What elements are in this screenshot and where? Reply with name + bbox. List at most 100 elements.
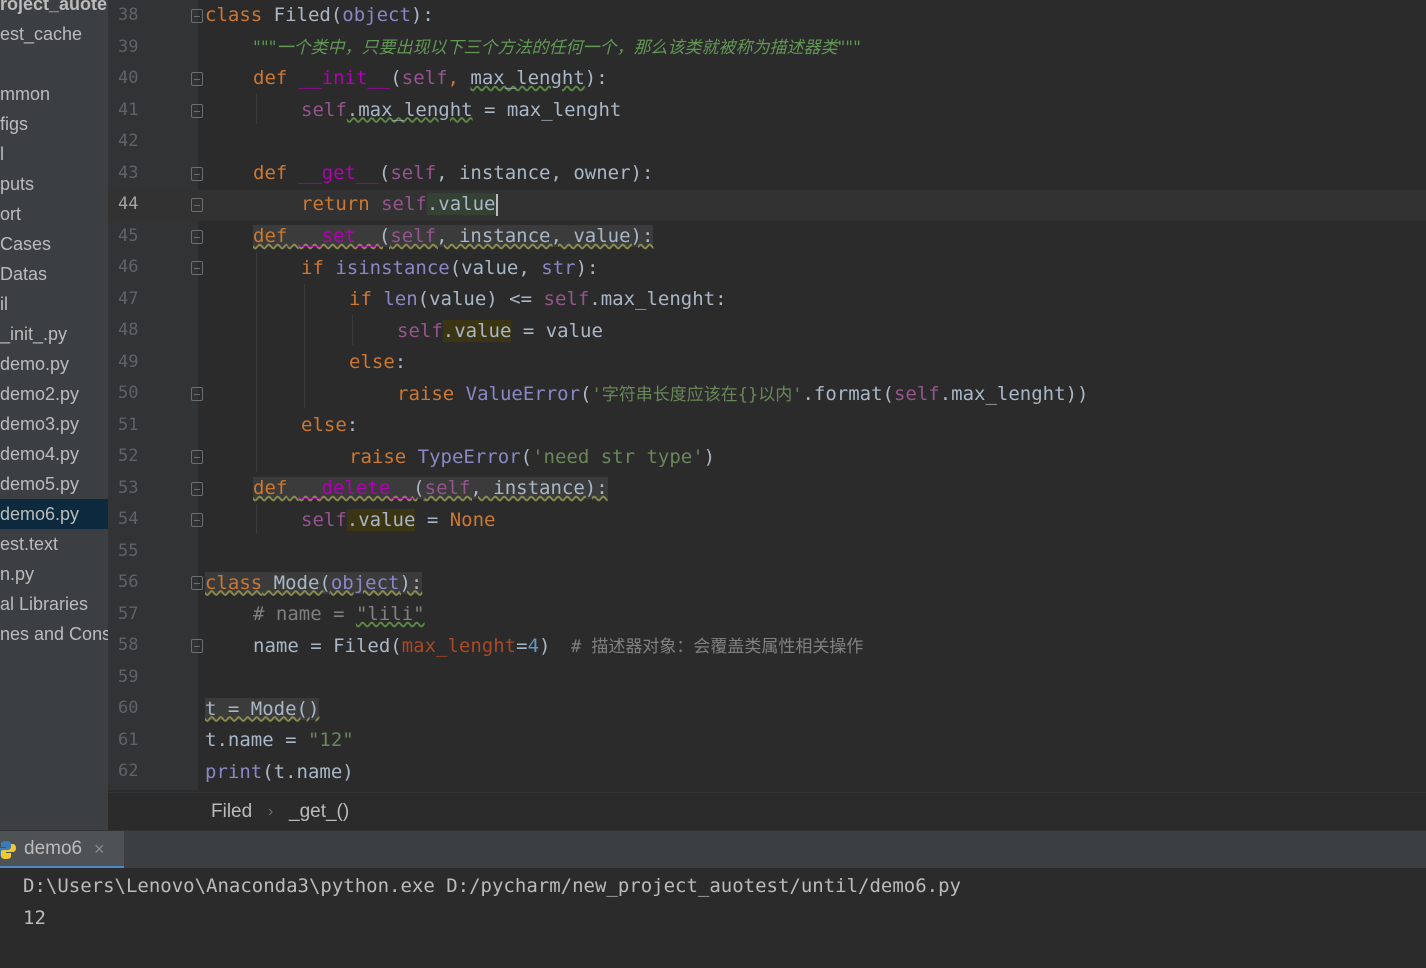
code-line-39[interactable]: """一个类中，只要出现以下三个方法的任何一个，那么该类就被称为描述器类""" <box>253 32 861 64</box>
text-caret <box>495 193 498 216</box>
keyword: else <box>301 414 347 436</box>
code-line-57[interactable]: # name = "lili" <box>253 599 425 631</box>
code-line-50[interactable]: raise ValueError('字符串长度应该在{}以内'.format(s… <box>397 379 1088 411</box>
run-tab-demo6[interactable]: demo6 × <box>0 831 124 869</box>
line-number: 46 <box>118 257 139 277</box>
close-icon[interactable]: × <box>94 831 105 867</box>
code-text: , instance, owner): <box>436 161 654 184</box>
fold-marker-icon[interactable] <box>191 72 203 86</box>
fold-marker-icon[interactable] <box>191 450 203 464</box>
fold-marker-icon[interactable] <box>191 513 203 527</box>
line-number: 40 <box>118 68 139 88</box>
self-token: self <box>893 382 940 405</box>
fold-marker-icon[interactable] <box>191 639 203 653</box>
sidebar-item[interactable]: figs <box>0 109 108 139</box>
line-number: 38 <box>118 5 139 25</box>
code-line-44[interactable]: return self.value <box>301 189 498 221</box>
code-line-61[interactable]: t.name = "12" <box>205 725 354 757</box>
code-line-52[interactable]: raise TypeError('need str type') <box>349 442 715 474</box>
fold-marker-icon[interactable] <box>191 104 203 118</box>
code-line-47[interactable]: if len(value) <= self.max_lenght: <box>349 284 727 316</box>
fold-marker-icon[interactable] <box>191 482 203 496</box>
sidebar-item[interactable]: Datas <box>0 259 108 289</box>
code-line-60[interactable]: t = Mode() <box>205 694 320 726</box>
line-number: 43 <box>118 162 139 183</box>
sidebar-item[interactable]: nes and Cons <box>0 619 108 649</box>
breadcrumb-class[interactable]: Filed <box>211 793 252 831</box>
line-number: 47 <box>118 288 139 309</box>
line-number: 42 <box>118 131 139 151</box>
indent-guide <box>256 504 257 534</box>
line-number: 55 <box>118 540 139 561</box>
sidebar-item[interactable]: ort <box>0 199 108 229</box>
function-name: __set__ <box>298 225 379 247</box>
run-console[interactable]: D:\Users\Lenovo\Anaconda3\python.exe D:/… <box>0 868 1426 968</box>
sidebar-item[interactable]: demo2.py <box>0 379 108 409</box>
self-token: self <box>543 288 590 310</box>
sidebar-item[interactable]: demo5.py <box>0 469 108 499</box>
sidebar-item[interactable]: est.text <box>0 529 108 559</box>
keyword: if <box>349 288 372 310</box>
keyword: raise <box>397 382 455 405</box>
self-token: self <box>390 161 437 184</box>
sidebar-item[interactable]: est_cache <box>0 19 108 49</box>
self-token: self <box>401 67 448 89</box>
keyword: raise <box>349 445 407 468</box>
string-literal: "12" <box>307 729 354 751</box>
line-number: 60 <box>118 698 139 718</box>
sidebar-item[interactable]: demo4.py <box>0 439 108 469</box>
fold-marker-icon[interactable] <box>191 198 203 212</box>
line-number: 54 <box>118 509 139 529</box>
code-line-41[interactable]: self.max_lenght = max_lenght <box>301 95 621 127</box>
code-text: .max_lenght)) <box>939 382 1089 405</box>
fold-marker-icon[interactable] <box>191 230 203 244</box>
code-line-48[interactable]: self.value = value <box>397 316 603 348</box>
fold-marker-icon[interactable] <box>191 167 203 181</box>
line-number: 48 <box>118 320 139 340</box>
self-token: self <box>301 508 347 531</box>
code-line-53[interactable]: def __delete__(self, instance): <box>253 473 608 505</box>
run-tab-label: demo6 <box>24 838 83 859</box>
sidebar-item[interactable]: l <box>0 139 108 169</box>
sidebar-item[interactable]: mmon <box>0 79 108 109</box>
punct: ) <box>539 634 551 657</box>
project-tree[interactable]: roject_auote est_cachemmon figs l puts ort Cas… <box>0 0 108 830</box>
code-line-54[interactable]: self.value = None <box>301 505 496 537</box>
sidebar-item[interactable]: puts <box>0 169 108 199</box>
keyword: def <box>253 225 288 247</box>
sidebar-item[interactable]: demo6.py <box>0 499 108 529</box>
code-line-45[interactable]: def __set__(self, instance, value): <box>253 221 654 253</box>
code-line-38[interactable]: class Filed(object): <box>205 0 434 32</box>
fold-marker-icon[interactable] <box>191 576 203 590</box>
code-line-58[interactable]: name = Filed(max_lenght=4) # 描述器对象：会覆盖类属… <box>253 631 863 663</box>
code-line-49[interactable]: else: <box>349 347 406 379</box>
sidebar-item[interactable]: n.py <box>0 559 108 589</box>
code-line-56[interactable]: class Mode(object): <box>205 568 423 600</box>
code-line-62[interactable]: print(t.name) <box>205 757 354 789</box>
sidebar-item[interactable]: demo3.py <box>0 409 108 439</box>
code-line-51[interactable]: else: <box>301 410 358 442</box>
exception-class: ValueError <box>465 382 581 405</box>
sidebar-item[interactable]: demo.py <box>0 349 108 379</box>
fold-marker-icon[interactable] <box>191 9 203 23</box>
comment: "lili" <box>355 603 425 625</box>
sidebar-item[interactable]: Cases <box>0 229 108 259</box>
sidebar-item[interactable] <box>0 49 108 79</box>
fold-marker-icon[interactable] <box>191 261 203 275</box>
fold-marker-icon[interactable] <box>191 387 203 401</box>
code-line-46[interactable]: if isinstance(value, str): <box>301 253 598 285</box>
console-line: 12 <box>23 907 46 929</box>
code-line-43[interactable]: def __get__(self, instance, owner): <box>253 158 653 190</box>
docstring: """一个类中，只要出现以下三个方法的任何一个，那么该类就被称为描述器类""" <box>253 37 861 58</box>
code-line-40[interactable]: def __init__(self, max_lenght): <box>253 63 608 95</box>
sidebar-item[interactable]: roject_auote <box>0 0 108 19</box>
indent-guide <box>352 315 353 345</box>
breadcrumb-method[interactable]: _get_() <box>289 793 349 831</box>
sidebar-item[interactable]: al Libraries <box>0 589 108 619</box>
line-number: 41 <box>118 99 139 120</box>
sidebar-item[interactable]: _init_.py <box>0 319 108 349</box>
punct: , <box>447 67 471 89</box>
function-name: __delete__ <box>298 477 414 499</box>
sidebar-item[interactable]: il <box>0 289 108 319</box>
self-token: self <box>381 193 427 215</box>
